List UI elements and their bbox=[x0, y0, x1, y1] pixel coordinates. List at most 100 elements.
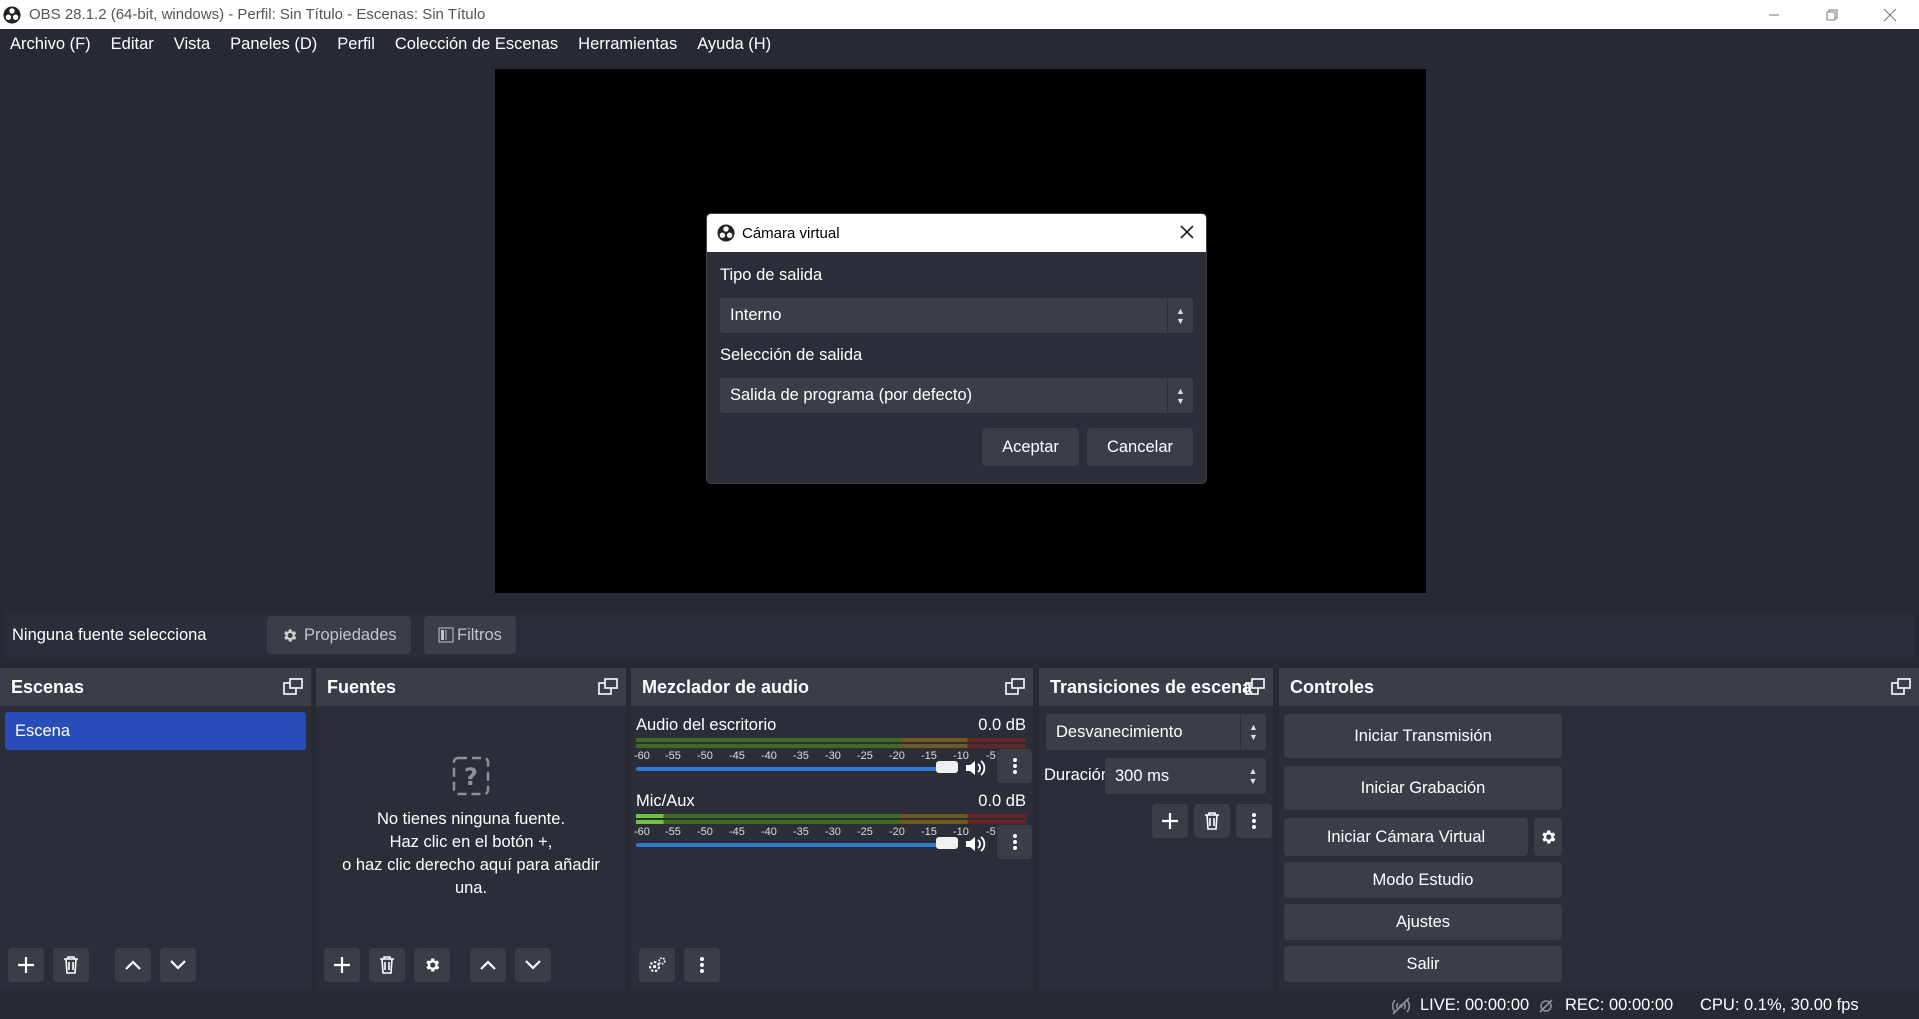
add-transition-button[interactable] bbox=[1152, 804, 1188, 838]
kebab-menu-icon bbox=[1012, 834, 1017, 850]
sources-empty-state[interactable]: ? No tienes ninguna fuente. Haz clic en … bbox=[316, 756, 626, 900]
mixer-menu-button[interactable] bbox=[684, 948, 720, 982]
menu-perfil[interactable]: Perfil bbox=[337, 35, 375, 54]
meter-bar-left bbox=[636, 738, 1026, 742]
output-type-select[interactable]: Interno ▲ ▼ bbox=[720, 298, 1193, 333]
transitions-dock: Transiciones de escena Desvanecimiento ▲… bbox=[1039, 668, 1273, 990]
settings-label: Ajustes bbox=[1395, 912, 1451, 931]
output-selection-select[interactable]: Salida de programa (por defecto) ▲ ▼ bbox=[720, 378, 1193, 413]
volume-slider[interactable] bbox=[636, 837, 958, 849]
exit-label: Salir bbox=[1406, 954, 1440, 973]
menu-editar[interactable]: Editar bbox=[111, 35, 154, 54]
transition-menu-button[interactable] bbox=[1236, 804, 1272, 838]
mixer-title: Mezclador de audio bbox=[642, 676, 810, 697]
properties-button[interactable]: Propiedades bbox=[267, 616, 411, 654]
duration-spinbox[interactable]: 300 ms ▲ ▼ bbox=[1105, 758, 1266, 794]
menu-vista[interactable]: Vista bbox=[174, 35, 210, 54]
start-virtual-camera-button[interactable]: Iniciar Cámara Virtual bbox=[1284, 818, 1528, 856]
scene-item[interactable]: Escena bbox=[5, 712, 306, 750]
transition-actions bbox=[1152, 804, 1272, 838]
filter-icon bbox=[438, 627, 454, 643]
cancel-button[interactable]: Cancelar bbox=[1087, 428, 1193, 466]
cpu-usage: CPU: 0.1%, 30.00 fps bbox=[1700, 996, 1859, 1014]
gear-icon bbox=[284, 628, 297, 642]
track-name: Mic/Aux bbox=[636, 792, 695, 810]
remove-source-button[interactable] bbox=[369, 948, 405, 982]
meter-bar-right bbox=[636, 744, 1026, 748]
output-selection-label: Selección de salida bbox=[720, 346, 863, 364]
move-scene-down-button[interactable] bbox=[160, 948, 196, 982]
audio-track: Audio del escritorio 0.0 dB -60 -55 -50 … bbox=[634, 716, 1032, 792]
remove-transition-button[interactable] bbox=[1194, 804, 1230, 838]
virtual-camera-dialog: Cámara virtual Tipo de salida Interno ▲ ▼… bbox=[706, 213, 1207, 484]
add-scene-button[interactable] bbox=[8, 948, 44, 982]
minimize-icon bbox=[1769, 14, 1779, 15]
undock-icon[interactable] bbox=[1005, 678, 1025, 696]
studio-mode-button[interactable]: Modo Estudio bbox=[1284, 862, 1562, 898]
scenes-title: Escenas bbox=[11, 676, 85, 697]
tick-label: -25 bbox=[857, 750, 873, 762]
svg-text:?: ? bbox=[464, 763, 478, 791]
properties-label: Propiedades bbox=[304, 625, 397, 644]
accept-button[interactable]: Aceptar bbox=[982, 428, 1079, 466]
sources-dock: Fuentes ? No tienes ninguna fuente. Haz … bbox=[316, 668, 626, 990]
transitions-header: Transiciones de escena bbox=[1039, 668, 1273, 706]
chevron-up-icon bbox=[125, 960, 141, 970]
settings-button[interactable]: Ajustes bbox=[1284, 904, 1562, 940]
tick-label: -25 bbox=[857, 826, 873, 838]
menu-coleccion-escenas[interactable]: Colección de Escenas bbox=[395, 35, 558, 54]
empty-line-1: No tienes ninguna fuente. bbox=[376, 810, 566, 828]
start-recording-button[interactable]: Iniciar Grabación bbox=[1284, 766, 1562, 810]
record-off-icon bbox=[1539, 999, 1553, 1013]
track-menu-button[interactable] bbox=[997, 825, 1032, 859]
move-scene-up-button[interactable] bbox=[115, 948, 151, 982]
menu-paneles[interactable]: Paneles (D) bbox=[230, 35, 317, 54]
empty-line-2: Haz clic en el botón +, bbox=[389, 833, 553, 851]
transition-select[interactable]: Desvanecimiento ▲ ▼ bbox=[1046, 714, 1266, 750]
meter-bar-left bbox=[636, 814, 1026, 818]
kebab-menu-icon bbox=[1252, 813, 1256, 829]
speaker-icon[interactable] bbox=[964, 758, 986, 778]
gear-icon bbox=[426, 958, 440, 972]
menu-herramientas[interactable]: Herramientas bbox=[578, 35, 677, 54]
undock-icon[interactable] bbox=[1245, 678, 1265, 696]
volume-slider-handle[interactable] bbox=[936, 761, 958, 773]
obs-logo-icon bbox=[3, 5, 21, 24]
scenes-footer bbox=[8, 948, 196, 982]
volume-slider-handle[interactable] bbox=[936, 837, 958, 849]
menu-archivo[interactable]: Archivo (F) bbox=[10, 35, 91, 54]
move-source-up-button[interactable] bbox=[470, 948, 506, 982]
restore-button[interactable] bbox=[1803, 0, 1861, 29]
tick-label: -5 bbox=[986, 750, 996, 762]
track-db: 0.0 dB bbox=[978, 716, 1026, 734]
tick-label: -55 bbox=[665, 750, 681, 762]
start-recording-label: Iniciar Grabación bbox=[1360, 778, 1486, 797]
tick-label: -5 bbox=[986, 826, 996, 838]
source-properties-button[interactable] bbox=[414, 948, 450, 982]
minimize-button[interactable] bbox=[1745, 0, 1803, 29]
track-db: 0.0 dB bbox=[978, 792, 1026, 810]
virtual-camera-settings-button[interactable] bbox=[1534, 818, 1562, 856]
menu-ayuda[interactable]: Ayuda (H) bbox=[697, 35, 771, 54]
exit-button[interactable]: Salir bbox=[1284, 946, 1562, 982]
audio-mixer-dock: Mezclador de audio Audio del escritorio … bbox=[631, 668, 1033, 990]
close-icon[interactable] bbox=[1178, 223, 1196, 241]
undock-icon[interactable] bbox=[283, 678, 303, 696]
close-button[interactable] bbox=[1861, 0, 1919, 29]
scenes-dock: Escenas Escena bbox=[0, 668, 311, 990]
speaker-icon[interactable] bbox=[964, 834, 986, 854]
broadcast-off-icon bbox=[1391, 997, 1411, 1015]
track-menu-button[interactable] bbox=[997, 749, 1032, 783]
advanced-audio-button[interactable] bbox=[639, 948, 675, 982]
live-timer: LIVE: 00:00:00 bbox=[1420, 996, 1530, 1014]
undock-icon[interactable] bbox=[598, 678, 618, 696]
move-source-down-button[interactable] bbox=[515, 948, 551, 982]
add-source-button[interactable] bbox=[324, 948, 360, 982]
tick-label: -30 bbox=[825, 826, 841, 838]
remove-scene-button[interactable] bbox=[53, 948, 89, 982]
controls-header: Controles bbox=[1279, 668, 1919, 706]
filters-button[interactable]: Filtros bbox=[424, 616, 516, 654]
start-streaming-button[interactable]: Iniciar Transmisión bbox=[1284, 714, 1562, 758]
volume-slider[interactable] bbox=[636, 761, 958, 773]
undock-icon[interactable] bbox=[1891, 678, 1911, 696]
